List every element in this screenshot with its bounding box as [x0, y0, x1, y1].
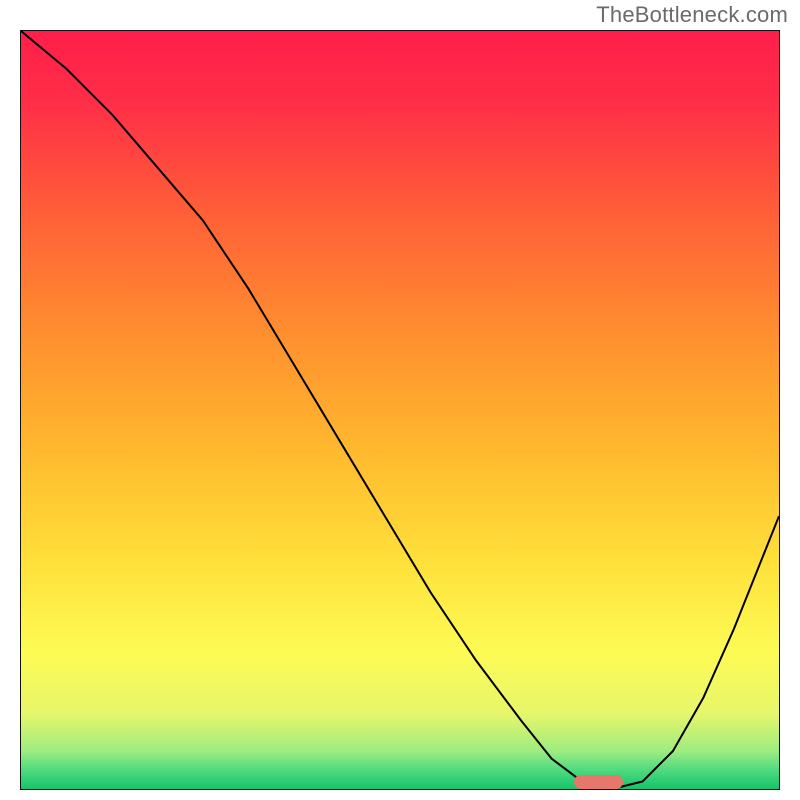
- bottleneck-curve: [21, 31, 779, 789]
- watermark-text: TheBottleneck.com: [596, 2, 788, 28]
- chart-stage: TheBottleneck.com: [0, 0, 800, 800]
- min-highlight-marker: [574, 775, 623, 789]
- plot-frame: [20, 30, 780, 790]
